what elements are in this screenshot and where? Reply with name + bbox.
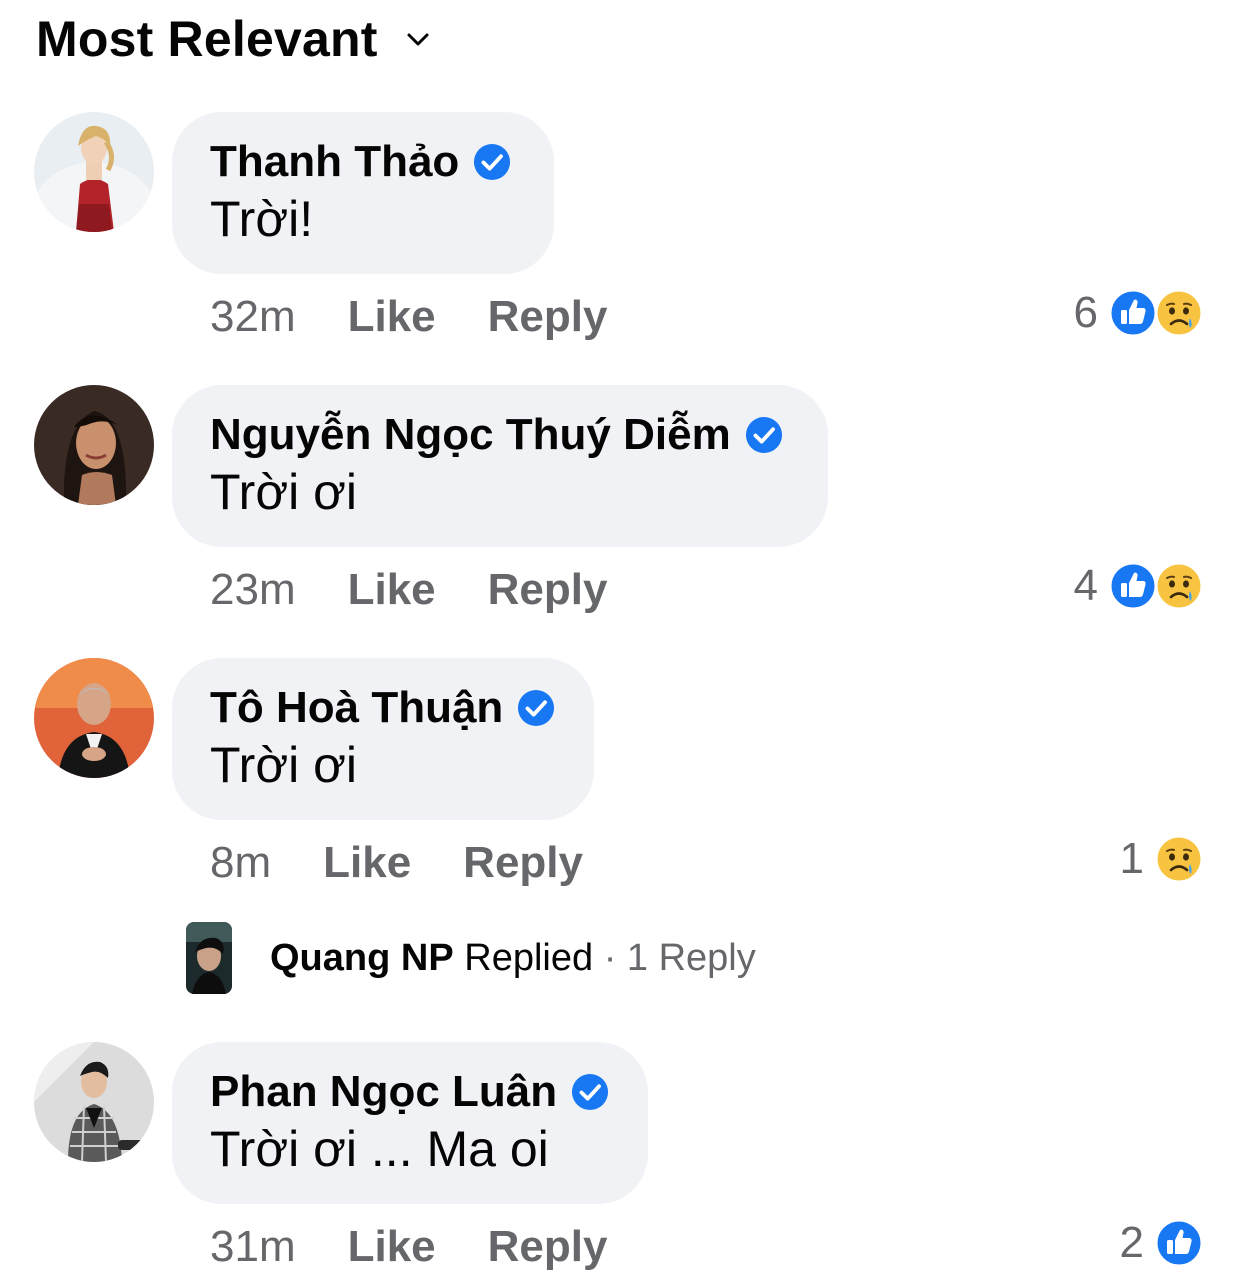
reaction-count: 2 — [1119, 1218, 1144, 1267]
reaction-summary[interactable]: 6 — [1074, 288, 1204, 338]
comment-author[interactable]: Tô Hoà Thuận — [210, 682, 503, 734]
sort-dropdown[interactable]: Most Relevant — [36, 10, 432, 68]
reaction-count: 6 — [1073, 288, 1098, 337]
reply-button[interactable]: Reply — [488, 292, 608, 342]
sad-icon — [1154, 288, 1204, 338]
comment-author[interactable]: Phan Ngọc Luân — [210, 1066, 557, 1118]
sad-icon — [1154, 834, 1204, 884]
reaction-count: 1 — [1119, 834, 1144, 883]
avatar[interactable] — [34, 112, 154, 232]
comment-text: Trời ơi — [210, 464, 358, 520]
comment-text: Trời ơi — [210, 737, 358, 793]
reply-button[interactable]: Reply — [488, 1222, 608, 1272]
comment-author[interactable]: Thanh Thảo — [210, 136, 459, 188]
comment-bubble: Thanh Thảo Trời! — [172, 112, 554, 274]
verified-badge-icon — [745, 416, 783, 454]
reply-button[interactable]: Reply — [463, 838, 583, 888]
avatar[interactable] — [34, 1042, 154, 1162]
reaction-summary[interactable]: 1 — [1120, 834, 1204, 884]
like-button[interactable]: Like — [348, 292, 436, 342]
reply-verb: Replied — [464, 936, 594, 979]
comment-time[interactable]: 32m — [210, 292, 296, 342]
comment-text: Trời! — [210, 191, 314, 247]
like-button[interactable]: Like — [348, 565, 436, 615]
comment-bubble: Nguyễn Ngọc Thuý Diễm Trời ơi — [172, 385, 828, 547]
like-button[interactable]: Like — [348, 1222, 436, 1272]
comment-actions: 23m Like Reply — [210, 565, 607, 615]
reply-avatar — [186, 922, 232, 994]
sad-icon — [1154, 561, 1204, 611]
reply-count: · 1 Reply — [603, 936, 756, 979]
comment-author[interactable]: Nguyễn Ngọc Thuý Diễm — [210, 409, 731, 461]
comment-bubble: Tô Hoà Thuận Trời ơi — [172, 658, 594, 820]
verified-badge-icon — [517, 689, 555, 727]
reaction-summary[interactable]: 2 — [1120, 1218, 1204, 1268]
chevron-down-icon — [407, 33, 429, 46]
sort-label: Most Relevant — [36, 11, 378, 67]
reaction-count: 4 — [1073, 561, 1098, 610]
comment-actions: 31m Like Reply — [210, 1222, 607, 1272]
like-icon — [1108, 561, 1158, 611]
avatar[interactable] — [34, 385, 154, 505]
comment-actions: 32m Like Reply — [210, 292, 607, 342]
comment-text: Trời ơi ... Ma oi — [210, 1121, 549, 1177]
like-button[interactable]: Like — [323, 838, 411, 888]
reply-author: Quang NP — [270, 936, 454, 979]
reaction-summary[interactable]: 4 — [1074, 561, 1204, 611]
comment-actions: 8m Like Reply — [210, 838, 583, 888]
comment-time[interactable]: 23m — [210, 565, 296, 615]
verified-badge-icon — [571, 1073, 609, 1111]
view-replies-link[interactable]: Quang NP Replied · 1 Reply — [186, 922, 756, 994]
comment-time[interactable]: 31m — [210, 1222, 296, 1272]
comment-bubble: Phan Ngọc Luân Trời ơi ... Ma oi — [172, 1042, 648, 1204]
like-icon — [1108, 288, 1158, 338]
avatar[interactable] — [34, 658, 154, 778]
like-icon — [1154, 1218, 1204, 1268]
reply-button[interactable]: Reply — [488, 565, 608, 615]
verified-badge-icon — [473, 143, 511, 181]
comment-time[interactable]: 8m — [210, 838, 271, 888]
